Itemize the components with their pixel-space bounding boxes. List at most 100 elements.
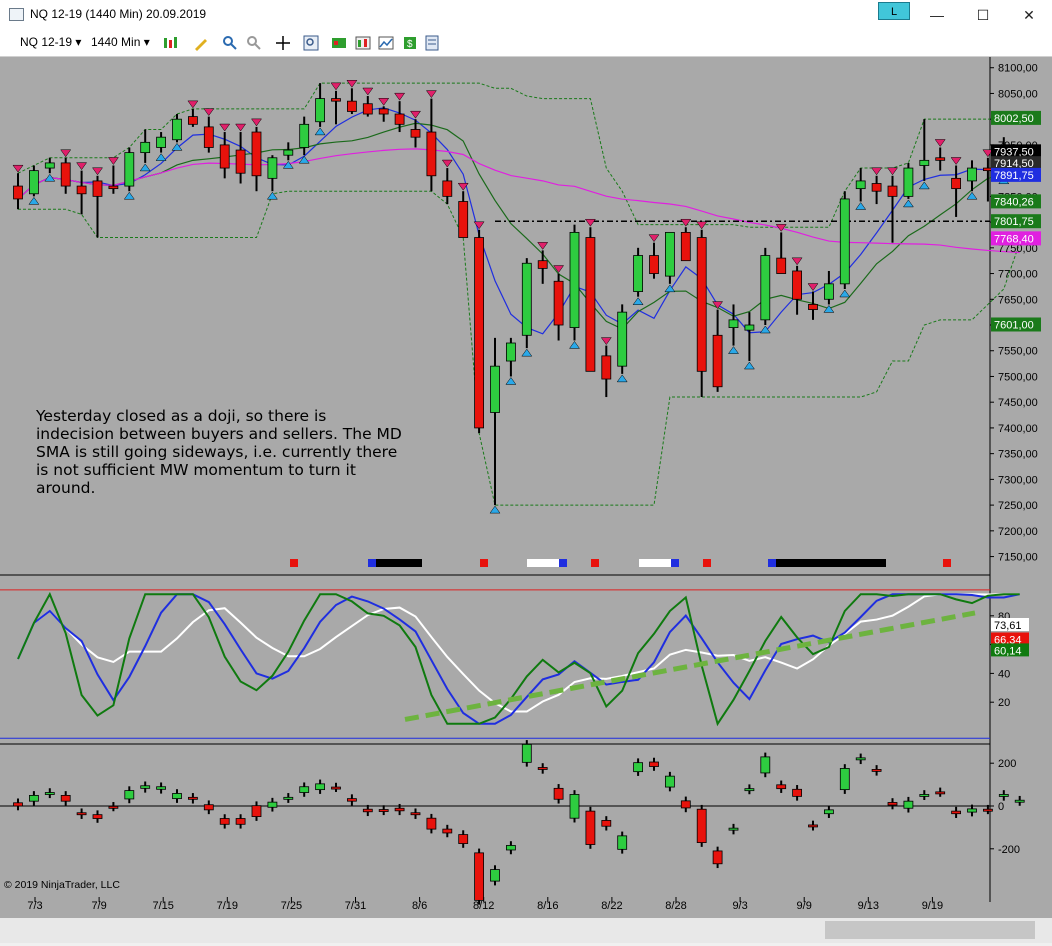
signal-block <box>639 559 671 567</box>
candle-body <box>346 100 357 112</box>
trade-icon[interactable]: $ <box>402 35 418 51</box>
candle-body <box>808 304 818 310</box>
momentum-bar <box>426 817 437 830</box>
drawing-tool-icon[interactable] <box>193 35 209 51</box>
momentum-bar <box>998 794 1009 797</box>
momentum-bar <box>649 761 659 767</box>
momentum-bar <box>362 808 373 813</box>
price-tick-label: 7500,00 <box>998 371 1038 383</box>
candle-body <box>728 319 739 328</box>
candle-body <box>378 108 389 115</box>
copyright-text: © 2019 NinjaTrader, LLC <box>4 879 120 891</box>
momentum-bar <box>760 756 771 774</box>
instrument-selector[interactable]: NQ 12-19 ▾ <box>20 35 81 49</box>
candle-body <box>108 185 119 190</box>
price-tick-label: 7150,00 <box>998 552 1038 564</box>
date-tick-label: 7/19 <box>217 900 238 912</box>
momentum-bar <box>776 784 787 790</box>
price-tick-label: 7300,00 <box>998 474 1038 486</box>
momentum-bar <box>187 796 198 800</box>
candle-body <box>903 167 914 197</box>
strategies-icon[interactable] <box>355 35 371 51</box>
properties-icon[interactable] <box>424 35 440 51</box>
candle-body <box>649 255 659 274</box>
candle-body <box>521 262 532 336</box>
date-tick-label: 8/28 <box>665 900 686 912</box>
osc-tick-label: 40 <box>998 668 1010 680</box>
price-tick-label: 7550,00 <box>998 346 1038 358</box>
momentum-bar <box>728 827 739 831</box>
momentum-bar <box>521 743 532 763</box>
mom-tick-label: -200 <box>998 844 1020 856</box>
candle-body <box>680 231 691 262</box>
crosshair-icon[interactable] <box>275 35 291 51</box>
momentum-bar <box>792 788 802 797</box>
momentum-bar <box>378 809 389 812</box>
candle-body <box>951 177 961 190</box>
candle-body <box>458 201 469 238</box>
date-tick-label: 7/15 <box>152 900 173 912</box>
date-tick-label: 9/3 <box>732 900 747 912</box>
momentum-bar <box>13 802 23 807</box>
price-tick-label: 8050,00 <box>998 88 1038 100</box>
price-value-label: 7840,26 <box>991 194 1041 209</box>
candle-body <box>537 260 548 269</box>
price-tick-label: 7350,00 <box>998 449 1038 461</box>
indicators-icon[interactable] <box>331 35 347 51</box>
candle-body <box>712 334 723 388</box>
momentum-bar <box>346 798 357 802</box>
signal-block <box>591 559 599 567</box>
momentum-bar <box>283 796 294 800</box>
link-badge-button[interactable]: L <box>878 2 910 20</box>
maximize-button[interactable]: ☐ <box>960 0 1006 30</box>
candle-body <box>696 237 707 372</box>
candle-body <box>935 157 946 161</box>
momentum-bar <box>156 786 167 790</box>
momentum-bar <box>140 785 151 789</box>
price-value-label-text: 7601,00 <box>994 319 1034 331</box>
candle-body <box>251 131 262 177</box>
signal-block <box>671 559 679 567</box>
zoom-in-icon[interactable] <box>222 35 238 51</box>
close-button[interactable]: ✕ <box>1006 0 1052 30</box>
momentum-bar <box>633 762 643 773</box>
candle-body <box>394 113 405 125</box>
momentum-bar <box>951 810 961 815</box>
momentum-bar <box>235 818 246 825</box>
candle-body <box>60 162 71 187</box>
date-tick-label: 8/6 <box>412 900 427 912</box>
momentum-bar <box>712 850 723 865</box>
chart-area[interactable]: 8100,008050,008000,007950,007900,007850,… <box>0 57 1052 943</box>
momentum-bar <box>76 812 87 816</box>
momentum-bar <box>219 818 230 825</box>
candle-body <box>490 365 500 413</box>
magnifier-icon[interactable] <box>303 35 319 51</box>
price-tick-label: 7450,00 <box>998 397 1038 409</box>
price-value-label: 7601,00 <box>991 317 1041 332</box>
price-value-label-text: 7840,26 <box>994 196 1034 208</box>
momentum-bar <box>203 804 214 811</box>
price-value-label-text: 7801,75 <box>994 216 1034 228</box>
momentum-bar <box>28 795 39 802</box>
momentum-bar <box>680 800 691 809</box>
mom-tick-label: 200 <box>998 758 1016 770</box>
price-tick-label: 7700,00 <box>998 269 1038 281</box>
interval-selector[interactable]: 1440 Min ▾ <box>91 35 150 49</box>
momentum-bar <box>299 786 310 793</box>
zoom-out-icon[interactable] <box>246 35 262 51</box>
chart-style-icon[interactable] <box>162 35 178 51</box>
date-tick-label: 9/19 <box>922 900 943 912</box>
price-tick-label: 7650,00 <box>998 294 1038 306</box>
minimize-button[interactable]: — <box>914 0 960 30</box>
svg-text:$: $ <box>407 39 413 50</box>
momentum-bar <box>505 845 516 851</box>
candle-body <box>172 118 182 141</box>
candle-body <box>362 103 373 115</box>
candle-body <box>919 159 930 166</box>
date-tick-label: 9/9 <box>797 900 812 912</box>
data-series-icon[interactable] <box>378 35 394 51</box>
momentum-bar <box>251 805 262 817</box>
signal-block <box>776 559 886 567</box>
candle-body <box>601 355 612 380</box>
chart-app-icon <box>9 8 24 21</box>
